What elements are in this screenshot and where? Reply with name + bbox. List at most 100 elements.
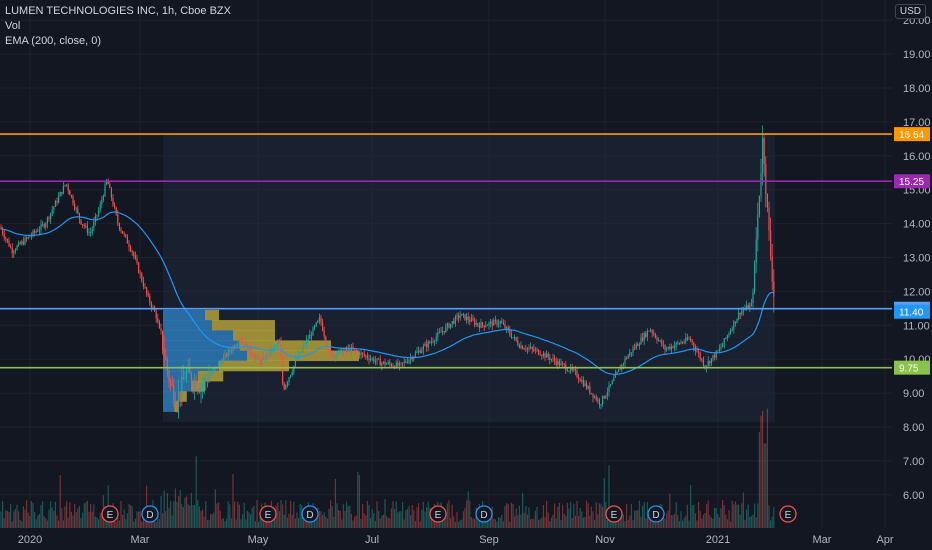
candle-body [474,320,476,325]
price-chart[interactable]: EDEDEDEDE 6.007.008.009.0010.0011.0012.0… [0,0,932,550]
candle-body [306,339,308,345]
volume-bar [766,408,768,528]
candle-body [475,323,477,325]
candle-body [325,336,327,344]
candle-body [130,247,132,251]
candle-body [301,348,303,353]
volume-profile-up [163,350,247,362]
symbol-title[interactable]: LUMEN TECHNOLOGIES INC, 1h, Cboe BZX [5,4,231,19]
volume-bar [682,520,684,528]
volume-bar [133,521,135,528]
candle-body [102,196,104,201]
volume-bar [560,519,562,528]
candle-body [592,393,594,398]
candle-body [586,383,588,389]
candle-body [261,359,263,365]
volume-bar [394,509,396,528]
volume-bar [53,510,55,528]
volume-bar [578,515,580,528]
volume-profile-up [163,320,212,331]
candle-body [534,349,536,351]
candle-body [330,349,332,354]
volume-bar [574,515,576,528]
candle-body [40,224,42,230]
candle-body [390,363,392,367]
candle-body [550,359,552,360]
volume-bar [518,505,520,528]
candle-body [418,350,420,352]
candle-body [147,293,149,296]
price-tick-label: 13.00 [903,253,931,265]
volume-bar [400,511,402,528]
candle-body [488,322,490,326]
candle-body [771,256,773,282]
volume-indicator-label[interactable]: Vol [5,19,231,34]
candle-body [315,322,317,326]
candle-body [643,333,645,341]
candle-body [603,396,605,399]
candle-body [520,345,522,348]
volume-bar [573,503,575,528]
volume-bar [379,518,381,528]
volume-bar [90,503,92,528]
candle-body [53,206,55,210]
volume-bar [211,514,213,528]
price-tick-label: 6.00 [903,490,924,502]
time-tick-label: Nov [595,534,615,546]
event-letter: E [265,510,272,521]
dividend-marker: D [475,505,493,523]
candle-body [376,358,378,361]
volume-bar [216,503,218,528]
volume-bar [240,519,242,528]
candle-body [50,213,52,219]
volume-bar [378,510,380,528]
volume-bar [718,517,720,528]
volume-bar [626,503,628,528]
candle-body [339,349,341,351]
volume-bar [74,503,76,528]
candle-body [179,392,181,396]
volume-bar [702,514,704,528]
chart-legend: LUMEN TECHNOLOGIES INC, 1h, Cboe BZX Vol… [5,4,231,49]
volume-bar [30,501,32,528]
candle-body [11,247,13,254]
candle-body [595,396,597,401]
candle-body [634,348,636,350]
price-tick-label: 9.00 [903,388,924,400]
volume-bar [178,496,180,528]
candle-body [83,224,85,227]
candle-body [674,345,676,348]
candle-body [667,347,669,349]
candle-body [227,350,229,357]
candle-body [501,321,503,324]
volume-bar [536,506,538,528]
ema-indicator-label[interactable]: EMA (200, close, 0) [5,34,231,49]
candle-body [266,354,268,360]
candle-body [309,334,311,340]
candle-body [61,192,63,194]
candle-body [414,352,416,357]
candle-body [94,216,96,222]
volume-bar [35,519,37,528]
volume-bar [98,519,100,528]
volume-bar [750,516,752,528]
candle-body [541,355,543,357]
volume-bar [13,511,15,528]
candle-body [202,383,204,387]
candle-body [26,238,28,240]
event-letter: D [480,510,487,521]
candle-body [539,354,541,356]
volume-bar [14,508,16,528]
volume-bar [418,503,420,528]
candle-body [56,201,58,203]
candle-body [136,258,138,263]
volume-bar [586,500,588,528]
candle-body [739,312,741,315]
candle-body [549,357,551,360]
currency-label[interactable]: USD [894,4,926,19]
candle-body [373,358,375,362]
candle-body [554,358,556,362]
volume-bar [291,514,293,528]
volume-bar [637,509,639,528]
candle-body [146,287,148,294]
